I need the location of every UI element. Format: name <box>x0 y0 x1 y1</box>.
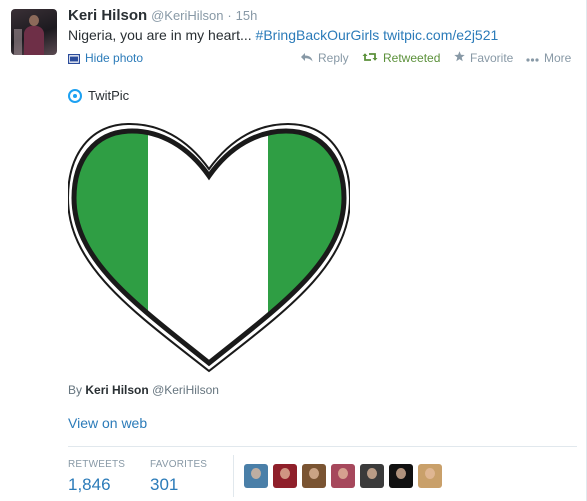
favorites-count: 301 <box>150 475 179 494</box>
media-byline: By Keri Hilson @KeriHilson <box>68 383 219 397</box>
user-avatar-6[interactable] <box>389 464 413 488</box>
avatar-background-detail <box>14 29 22 55</box>
tweet-text: Nigeria, you are in my heart... #BringBa… <box>68 27 498 43</box>
hide-photo-button[interactable]: Hide photo <box>67 51 144 65</box>
timestamp[interactable]: 15h <box>236 8 258 23</box>
twitpic-link[interactable]: twitpic.com/e2j521 <box>383 27 498 43</box>
favorites-label: FAVORITES <box>150 459 208 470</box>
user-avatar-3[interactable] <box>302 464 326 488</box>
more-dots-icon <box>526 51 539 65</box>
more-button[interactable]: More <box>526 51 571 65</box>
stats-separator <box>233 455 234 497</box>
twitpic-logo-icon <box>68 88 82 103</box>
tweet-card: Keri Hilson @KeriHilson · 15h Nigeria, y… <box>0 0 587 501</box>
hide-photo-label: Hide photo <box>85 51 144 65</box>
tweet-header: Keri Hilson @KeriHilson · 15h <box>68 7 257 24</box>
reply-label: Reply <box>318 51 349 65</box>
reply-button[interactable]: Reply <box>300 51 349 65</box>
retweeted-button[interactable]: Retweeted <box>362 51 440 65</box>
media-provider[interactable]: TwitPic <box>68 88 129 103</box>
stats-divider <box>68 446 577 447</box>
retweeted-label: Retweeted <box>383 51 441 65</box>
user-avatar-2[interactable] <box>273 464 297 488</box>
user-avatar-5[interactable] <box>360 464 384 488</box>
user-avatar-1[interactable] <box>244 464 268 488</box>
avatar-figure-body <box>24 26 44 55</box>
nigeria-heart-image <box>66 122 352 373</box>
view-on-web-link[interactable]: View on web <box>68 415 147 431</box>
favoriters-avatars <box>244 464 442 488</box>
timestamp-separator: · <box>227 8 232 23</box>
more-label: More <box>544 51 572 65</box>
avatar[interactable] <box>11 9 57 55</box>
retweets-count: 1,846 <box>68 475 111 494</box>
retweets-stat[interactable]: RETWEETS 1,846 <box>68 459 125 495</box>
photo-icon <box>67 53 81 65</box>
author-name[interactable]: Keri Hilson <box>68 7 147 24</box>
user-avatar-7[interactable] <box>418 464 442 488</box>
avatar-figure-head <box>29 15 39 26</box>
byline-author-handle[interactable]: @KeriHilson <box>152 383 219 397</box>
star-icon <box>454 51 465 65</box>
hashtag-link[interactable]: #BringBackOurGirls <box>256 27 380 43</box>
tweet-photo[interactable] <box>66 116 352 374</box>
tweet-text-plain: Nigeria, you are in my heart... <box>68 27 256 43</box>
retweets-label: RETWEETS <box>68 459 126 470</box>
author-handle[interactable]: @KeriHilson <box>151 8 223 23</box>
user-avatar-4[interactable] <box>331 464 355 488</box>
byline-prefix: By <box>68 383 83 397</box>
tweet-actions: Hide photo Reply Retweeted Favorite More <box>67 51 578 67</box>
retweet-icon <box>362 51 378 65</box>
byline-author-name[interactable]: Keri Hilson <box>85 383 148 397</box>
favorite-button[interactable]: Favorite <box>454 51 513 65</box>
favorite-label: Favorite <box>470 51 514 65</box>
media-provider-name: TwitPic <box>88 88 130 103</box>
reply-icon <box>300 51 313 65</box>
favorites-stat[interactable]: FAVORITES 301 <box>150 459 207 495</box>
